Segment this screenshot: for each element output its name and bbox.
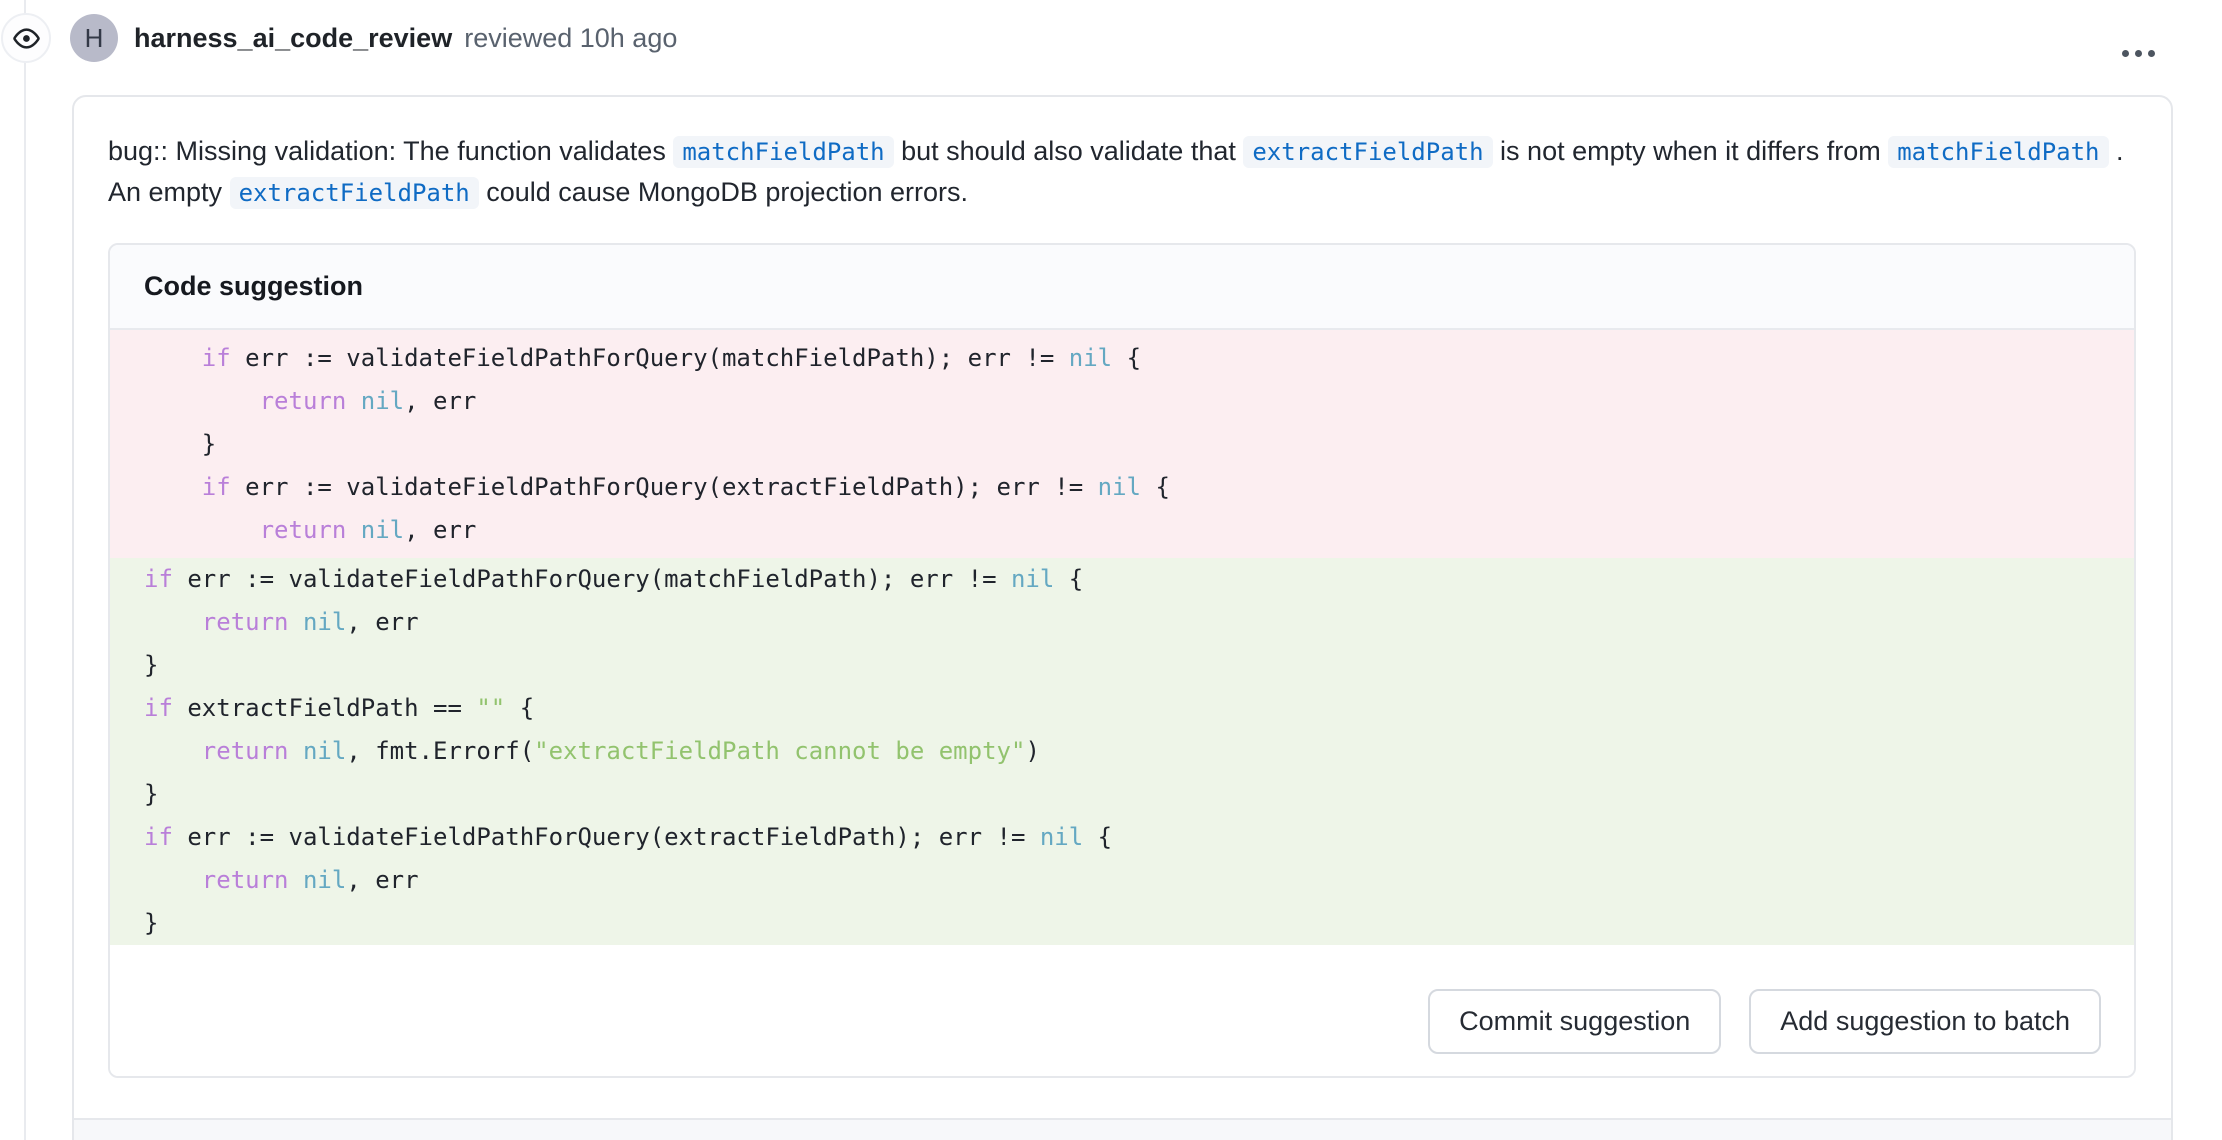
add-suggestion-to-batch-button[interactable]: Add suggestion to batch (1749, 989, 2101, 1054)
commit-suggestion-button[interactable]: Commit suggestion (1428, 989, 1721, 1054)
eye-badge (1, 13, 51, 63)
comment-footer-strip (74, 1118, 2171, 1140)
suggestion-removed-code: if err := validateFieldPathForQuery(matc… (110, 330, 2134, 558)
code-line: return nil, err (144, 380, 2100, 423)
suggestion-actions: Commit suggestion Add suggestion to batc… (110, 945, 2134, 1076)
inline-code-chip: extractFieldPath (1243, 136, 1492, 168)
code-line: if extractFieldPath == "" { (144, 687, 2100, 730)
code-line: if err := validateFieldPathForQuery(extr… (144, 466, 2100, 509)
eye-icon (13, 25, 40, 52)
code-line: } (144, 902, 2100, 945)
code-line: return nil, err (144, 601, 2100, 644)
review-meta: reviewed 10h ago (464, 23, 677, 54)
review-header: harness_ai_code_review reviewed 10h ago (134, 0, 677, 76)
code-line: if err := validateFieldPathForQuery(matc… (144, 558, 2100, 601)
code-line: return nil, err (144, 859, 2100, 902)
comment-text: bug:: Missing validation: The function v… (108, 131, 2136, 213)
kebab-dot (2148, 50, 2155, 57)
timeline-rail (24, 0, 26, 1140)
code-suggestion-card: Code suggestion if err := validateFieldP… (108, 243, 2136, 1078)
comment-body: bug:: Missing validation: The function v… (74, 97, 2171, 1118)
review-comment-card: bug:: Missing validation: The function v… (72, 95, 2173, 1140)
suggestion-added-code: if err := validateFieldPathForQuery(matc… (110, 558, 2134, 945)
code-line: if err := validateFieldPathForQuery(matc… (144, 337, 2100, 380)
code-line: } (144, 423, 2100, 466)
kebab-icon[interactable] (2118, 42, 2159, 65)
kebab-dot (2135, 50, 2142, 57)
avatar[interactable]: H (70, 14, 118, 62)
code-line: if err := validateFieldPathForQuery(extr… (144, 816, 2100, 859)
review-timeline-item: H harness_ai_code_review reviewed 10h ag… (0, 0, 2222, 1140)
code-line: return nil, fmt.Errorf("extractFieldPath… (144, 730, 2100, 773)
code-line: } (144, 773, 2100, 816)
inline-code-chip: extractFieldPath (230, 177, 479, 209)
inline-code-chip: matchFieldPath (1888, 136, 2108, 168)
code-suggestion-title: Code suggestion (110, 245, 2134, 330)
kebab-dot (2122, 50, 2129, 57)
code-line: return nil, err (144, 509, 2100, 552)
code-line: } (144, 644, 2100, 687)
inline-code-chip: matchFieldPath (673, 136, 893, 168)
author-link[interactable]: harness_ai_code_review (134, 23, 452, 54)
